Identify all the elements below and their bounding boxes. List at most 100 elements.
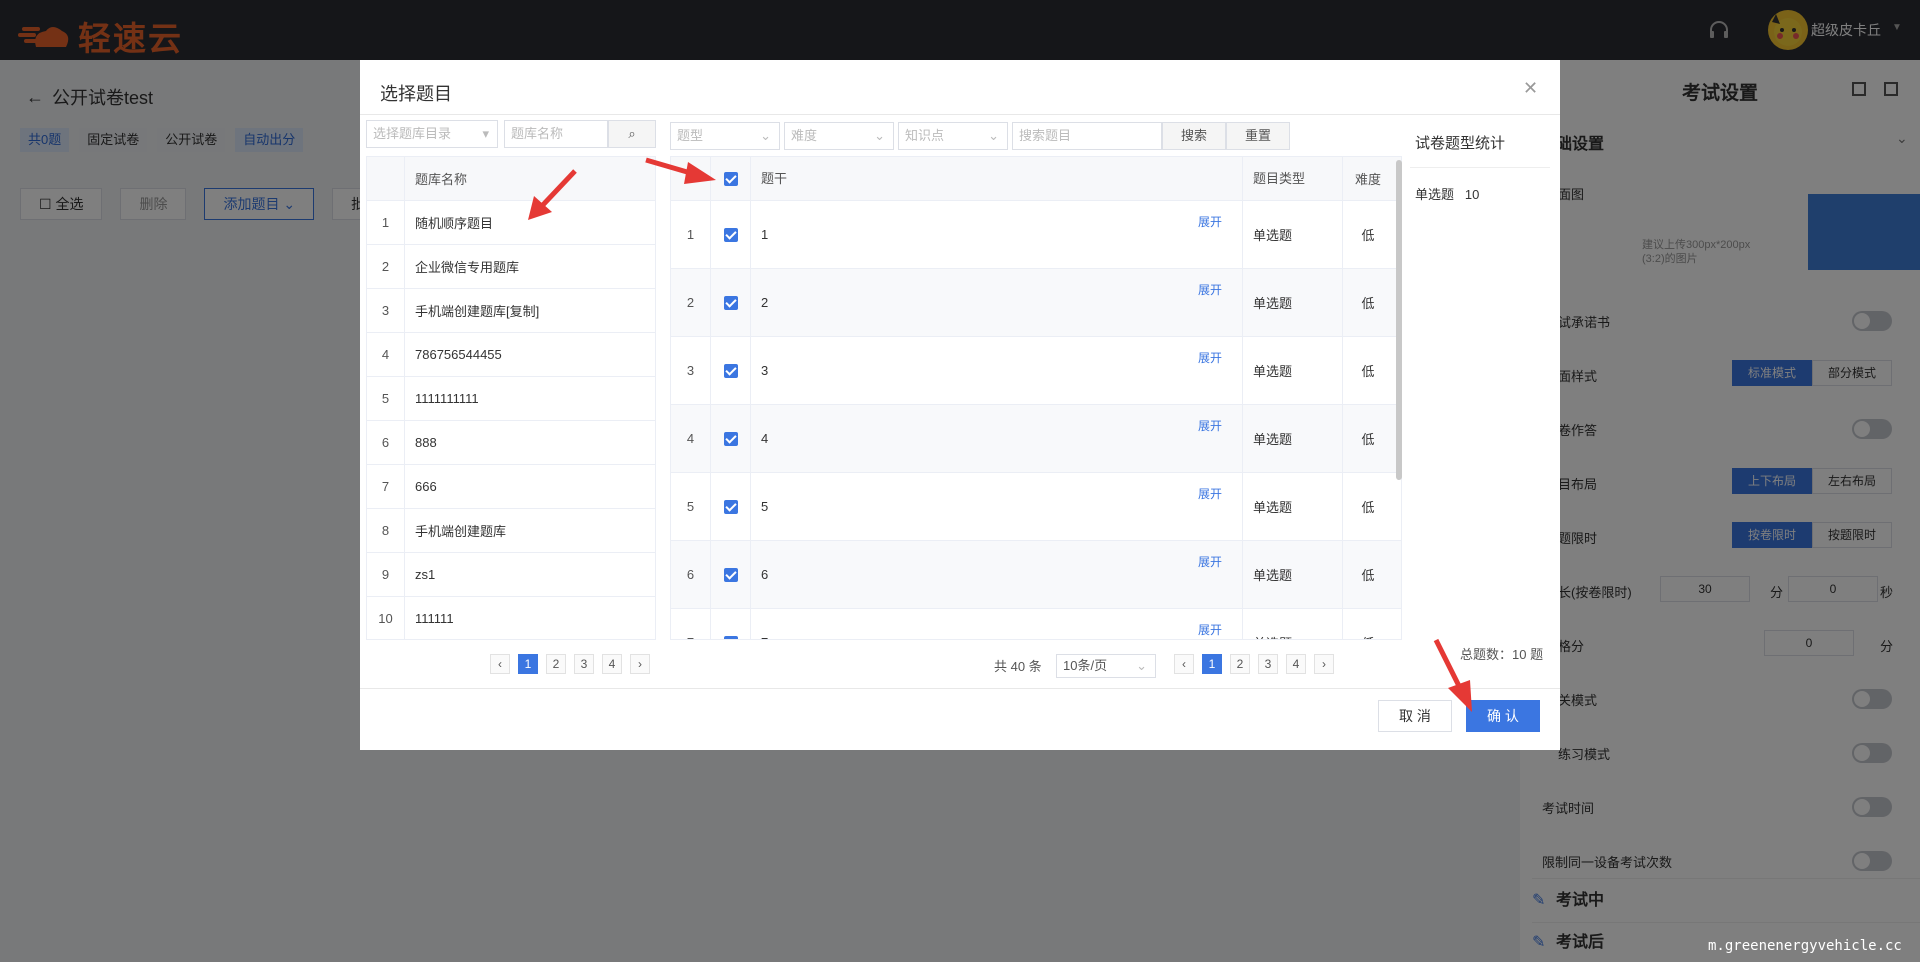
- expand-link[interactable]: 展开: [1198, 621, 1222, 638]
- row-index: 6: [367, 421, 405, 464]
- page-button[interactable]: 3: [574, 654, 594, 674]
- page-button[interactable]: 2: [1230, 654, 1250, 674]
- row-checkbox[interactable]: [723, 567, 738, 582]
- row-index: 1: [671, 201, 711, 268]
- row-index: 6: [671, 541, 711, 608]
- page-button[interactable]: 1: [1202, 654, 1222, 674]
- close-icon[interactable]: ✕: [1523, 78, 1538, 99]
- question-stem: 1: [761, 227, 769, 242]
- row-checkbox[interactable]: [723, 431, 738, 446]
- expand-link[interactable]: 展开: [1198, 485, 1222, 502]
- expand-link[interactable]: 展开: [1198, 281, 1222, 298]
- page-button[interactable]: 1: [518, 654, 538, 674]
- page-size-select[interactable]: 10条/页 ⌄: [1056, 654, 1156, 678]
- table-row[interactable]: 7 7 展开 单选题低: [671, 609, 1401, 639]
- row-checkbox[interactable]: [723, 363, 738, 378]
- question-difficulty: 低: [1343, 609, 1393, 639]
- question-stem: 2: [761, 295, 769, 310]
- list-item[interactable]: 8 手机端创建题库: [367, 509, 655, 553]
- scrollbar[interactable]: [1396, 160, 1402, 480]
- question-stem: 5: [761, 499, 769, 514]
- bank-name: zs1: [415, 567, 436, 582]
- watermark: m.greenenergyvehicle.cc: [1708, 938, 1902, 954]
- question-type: 单选题: [1243, 541, 1343, 608]
- bank-name-input[interactable]: 题库名称: [504, 120, 608, 148]
- question-type: 单选题: [1243, 473, 1343, 540]
- difficulty-select[interactable]: 难度 ⌄: [784, 122, 894, 150]
- row-checkbox[interactable]: [723, 635, 738, 639]
- total-count: 共 40 条: [994, 659, 1042, 674]
- bank-name: 手机端创建题库[复制]: [415, 304, 540, 319]
- expand-link[interactable]: 展开: [1198, 553, 1222, 570]
- list-item[interactable]: 5 1111111111: [367, 377, 655, 421]
- bank-name: 111111: [415, 611, 454, 626]
- list-item[interactable]: 1 随机顺序题目: [367, 201, 655, 245]
- row-index: 10: [367, 597, 405, 639]
- question-type: 单选题: [1243, 337, 1343, 404]
- pager-prev[interactable]: ‹: [1174, 654, 1194, 674]
- expand-link[interactable]: 展开: [1198, 213, 1222, 230]
- expand-link[interactable]: 展开: [1198, 349, 1222, 366]
- row-checkbox[interactable]: [723, 499, 738, 514]
- question-table-header: 题干 题目类型 难度: [671, 157, 1401, 201]
- pager-next[interactable]: ›: [630, 654, 650, 674]
- page-button[interactable]: 3: [1258, 654, 1278, 674]
- pager-next[interactable]: ›: [1314, 654, 1334, 674]
- bank-name: 666: [415, 479, 437, 494]
- row-checkbox[interactable]: [723, 227, 738, 242]
- list-item[interactable]: 9 zs1: [367, 553, 655, 597]
- bank-table-header: 题库名称: [367, 157, 655, 201]
- question-pager: ‹ 1 2 3 4 ›: [1174, 654, 1334, 674]
- type-select[interactable]: 题型 ⌄: [670, 122, 780, 150]
- bank-dir-select[interactable]: 选择题库目录 ▾: [366, 120, 498, 148]
- question-difficulty: 低: [1361, 500, 1375, 515]
- page-button[interactable]: 4: [1286, 654, 1306, 674]
- table-row[interactable]: 6 6 展开 单选题 低: [671, 541, 1401, 609]
- stat-row: 单选题 10: [1415, 187, 1480, 202]
- list-item[interactable]: 2 企业微信专用题库: [367, 245, 655, 289]
- table-row[interactable]: 1 1 展开 单选题 低: [671, 201, 1401, 269]
- table-row[interactable]: 5 5 展开 单选题 低: [671, 473, 1401, 541]
- divider: [1410, 167, 1550, 168]
- row-index: 9: [367, 553, 405, 596]
- modal-title: 选择题目: [380, 84, 452, 104]
- question-stem: 4: [761, 431, 769, 446]
- table-row[interactable]: 4 4 展开 单选题 低: [671, 405, 1401, 473]
- row-index: 4: [671, 405, 711, 472]
- question-stem: 7: [761, 635, 768, 639]
- row-checkbox[interactable]: [723, 295, 738, 310]
- page-button[interactable]: 2: [546, 654, 566, 674]
- expand-link[interactable]: 展开: [1198, 417, 1222, 434]
- search-question-input[interactable]: 搜索题目: [1012, 122, 1162, 150]
- pager-prev[interactable]: ‹: [490, 654, 510, 674]
- bank-name: 1111111111: [415, 391, 479, 406]
- row-index: 3: [367, 289, 405, 332]
- reset-button[interactable]: 重置: [1226, 122, 1290, 150]
- row-index: 5: [367, 377, 405, 420]
- divider: [360, 688, 1560, 689]
- list-item[interactable]: 7 666: [367, 465, 655, 509]
- list-item[interactable]: 4 786756544455: [367, 333, 655, 377]
- list-item[interactable]: 6 888: [367, 421, 655, 465]
- question-difficulty: 低: [1361, 296, 1375, 311]
- red-arrow-icon: [1433, 638, 1472, 712]
- table-row[interactable]: 2 2 展开 单选题 低: [671, 269, 1401, 337]
- question-type: 单选题: [1243, 405, 1343, 472]
- row-index: 1: [367, 201, 405, 244]
- search-button[interactable]: 搜索: [1162, 122, 1226, 150]
- row-index: 7: [367, 465, 405, 508]
- page-button[interactable]: 4: [602, 654, 622, 674]
- red-arrow-icon: [645, 157, 716, 184]
- row-index: 4: [367, 333, 405, 376]
- question-table: 题干 题目类型 难度 1 1 展开 单选题低 2 2 展开 单选题低 3 3 展开 单选题低 4 4 展开单…: [670, 156, 1402, 640]
- row-index: 2: [367, 245, 405, 288]
- list-item[interactable]: 10 111111: [367, 597, 655, 639]
- knowledge-select[interactable]: 知识点 ⌄: [898, 122, 1008, 150]
- stats-panel: 试卷题型统计 单选题 10: [1410, 135, 1550, 640]
- select-all-checkbox[interactable]: [723, 171, 738, 186]
- row-index: 5: [671, 473, 711, 540]
- search-icon[interactable]: ⌕: [608, 120, 656, 148]
- question-stem: 6: [761, 567, 769, 582]
- list-item[interactable]: 3 手机端创建题库[复制]: [367, 289, 655, 333]
- table-row[interactable]: 3 3 展开 单选题 低: [671, 337, 1401, 405]
